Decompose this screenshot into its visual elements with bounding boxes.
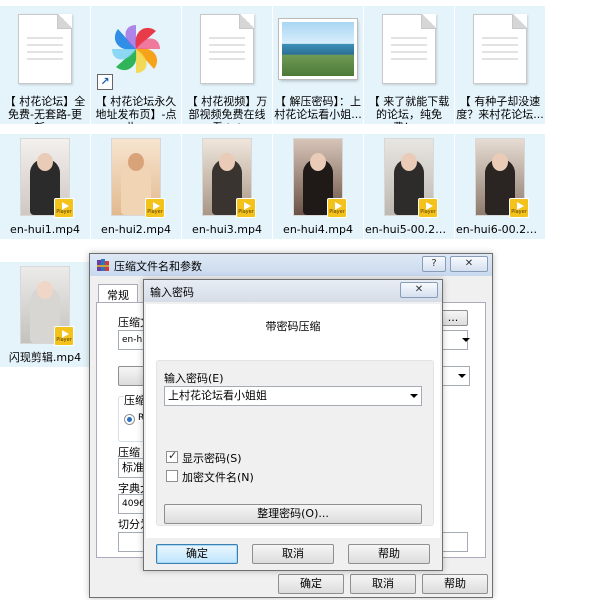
show-password-label: 显示密码(S) [182, 452, 242, 465]
password-cancel-button[interactable]: 取消 [252, 544, 334, 564]
file-item[interactable]: Player 闪现剪辑.mp4 [0, 262, 90, 367]
file-item[interactable]: 【 解压密码】：上村花论坛看小姐... [273, 6, 363, 124]
file-label: en-hui1.mp4 [0, 220, 90, 239]
file-thumbnail [182, 6, 272, 92]
password-dialog-titlebar[interactable]: 输入密码 ✕ [144, 280, 442, 302]
file-thumbnail: ↗ [91, 6, 181, 92]
rar-format-radio[interactable] [124, 414, 135, 425]
chevron-down-icon [458, 374, 466, 378]
file-item[interactable]: Player en-hui5-00.27.0... [364, 134, 454, 239]
organize-passwords-button[interactable]: 整理密码(O)... [164, 504, 422, 524]
player-badge-icon: Player [509, 198, 529, 218]
landscape-image-icon [279, 19, 357, 79]
password-label: 输入密码(E) [164, 372, 224, 385]
file-item[interactable]: Player en-hui1.mp4 [0, 134, 90, 239]
password-help-button[interactable]: 帮助 [348, 544, 430, 564]
encrypt-filenames-label: 加密文件名(N) [182, 471, 254, 484]
close-title-button[interactable]: ✕ [450, 256, 488, 272]
archive-name-dropdown-arrow[interactable] [462, 338, 470, 342]
player-badge-icon: Player [236, 198, 256, 218]
file-label: en-hui5-00.27.0... [364, 220, 454, 239]
player-badge-icon: Player [327, 198, 347, 218]
file-item[interactable]: Player en-hui4.mp4 [273, 134, 363, 239]
file-thumbnail [364, 6, 454, 92]
text-document-icon [473, 14, 527, 84]
file-thumbnail: Player [91, 134, 181, 220]
file-label: 【 有种子却没速度？来村花论坛... [455, 92, 545, 124]
password-dropdown-arrow[interactable] [410, 394, 418, 398]
file-label: en-hui4.mp4 [273, 220, 363, 239]
winrar-books-icon [97, 259, 109, 271]
player-badge-icon: Player [54, 198, 74, 218]
password-heading: 带密码压缩 [265, 320, 321, 333]
file-item[interactable]: Player en-hui2.mp4 [91, 134, 181, 239]
file-label: 【 来了就能下载的论坛，纯免费！... [364, 92, 454, 124]
file-item[interactable]: 【 有种子却没速度？来村花论坛... [455, 6, 545, 124]
file-label: 【 村花论坛永久地址发布页】-点此... [91, 92, 181, 124]
player-badge-icon: Player [54, 326, 74, 346]
file-item[interactable]: 【 村花论坛】全免费-无套路-更新... [0, 6, 90, 124]
file-label: 【 村花论坛】全免费-无套路-更新... [0, 92, 90, 124]
archive-window-title: 压缩文件名和参数 [114, 260, 202, 273]
pinwheel-browser-icon [112, 25, 160, 73]
file-item[interactable]: Player en-hui6-00.26.1... [455, 134, 545, 239]
file-thumbnail: Player [364, 134, 454, 220]
file-thumbnail [455, 6, 545, 92]
file-thumbnail [0, 6, 90, 92]
file-label: 【 解压密码】：上村花论坛看小姐... [273, 92, 363, 124]
file-label: en-hui6-00.26.1... [455, 220, 545, 239]
archive-help-button[interactable]: 帮助 [422, 574, 488, 594]
file-thumbnail: Player [182, 134, 272, 220]
player-badge-icon: Player [145, 198, 165, 218]
file-item[interactable]: 【 来了就能下载的论坛，纯免费！... [364, 6, 454, 124]
password-dialog-title: 输入密码 [150, 286, 194, 299]
file-label: 【 村花视频】万部视频免费在线看.txt [182, 92, 272, 124]
file-label: en-hui3.mp4 [182, 220, 272, 239]
file-thumbnail: Player [0, 262, 90, 348]
file-label: en-hui2.mp4 [91, 220, 181, 239]
show-password-checkbox[interactable] [166, 449, 178, 463]
file-item[interactable]: 【 村花视频】万部视频免费在线看.txt [182, 6, 272, 124]
file-thumbnail [273, 6, 363, 92]
archive-ok-button[interactable]: 确定 [278, 574, 344, 594]
text-document-icon [18, 14, 72, 84]
file-thumbnail: Player [0, 134, 90, 220]
file-thumbnail: Player [455, 134, 545, 220]
archive-cancel-button[interactable]: 取消 [350, 574, 416, 594]
encrypt-filenames-checkbox[interactable] [166, 470, 178, 482]
password-dialog: 输入密码 ✕ 带密码压缩 输入密码(E) 上村花论坛看小姐姐 显示密码(S) 加… [143, 279, 443, 571]
archive-window-titlebar[interactable]: 压缩文件名和参数 ? ✕ [90, 254, 492, 276]
file-item[interactable]: ↗ 【 村花论坛永久地址发布页】-点此... [91, 6, 181, 124]
password-input[interactable]: 上村花论坛看小姐姐 [164, 386, 422, 406]
player-badge-icon: Player [418, 198, 438, 218]
file-thumbnail: Player [273, 134, 363, 220]
text-document-icon [200, 14, 254, 84]
file-label: 闪现剪辑.mp4 [0, 348, 90, 367]
password-ok-button[interactable]: 确定 [156, 544, 238, 564]
password-close-button[interactable]: ✕ [400, 282, 438, 298]
file-item[interactable]: Player en-hui3.mp4 [182, 134, 272, 239]
shortcut-arrow-icon: ↗ [97, 74, 113, 90]
text-document-icon [382, 14, 436, 84]
help-title-button[interactable]: ? [422, 256, 446, 272]
